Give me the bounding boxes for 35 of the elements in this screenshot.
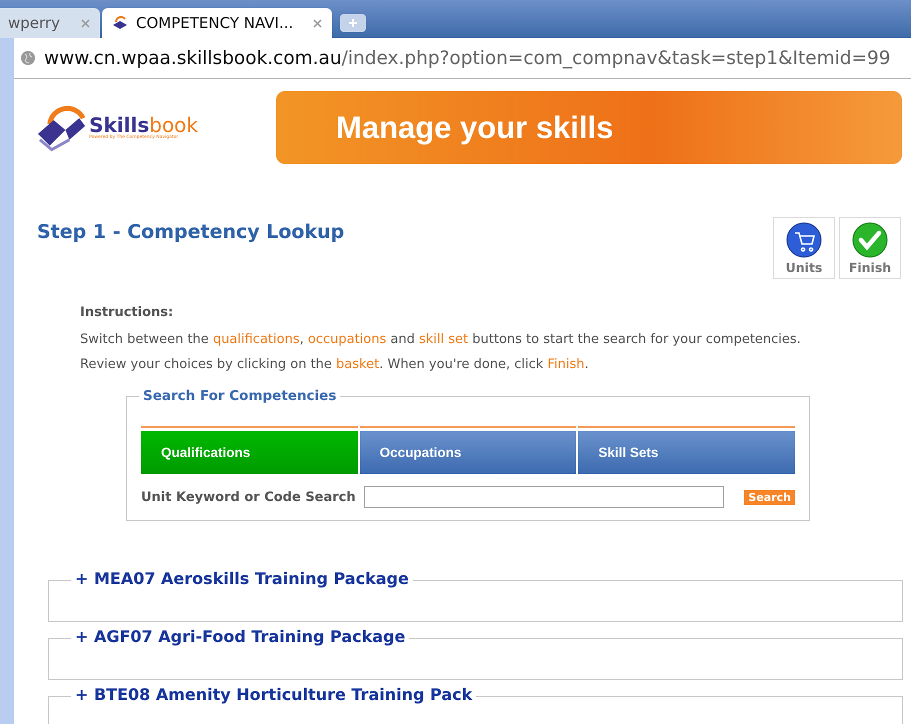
url-host: www.cn.wpaa.skillsbook.com.au — [44, 48, 342, 68]
package-title[interactable]: + MEA07 Aeroskills Training Package — [71, 569, 413, 588]
cart-icon — [786, 222, 822, 258]
text-link[interactable]: skill set — [419, 332, 468, 347]
browser-tab[interactable]: wperry — [0, 8, 100, 38]
browser-tab[interactable]: COMPETENCY NAVI... — [102, 8, 332, 38]
search-tab[interactable]: Qualifications — [141, 426, 358, 474]
url-path: /index.php?option=com_compnav&task=step1&Itemid=99 — [342, 48, 891, 68]
book-icon — [36, 104, 88, 152]
text-link[interactable]: qualifications — [212, 332, 300, 347]
cart-button[interactable]: Units — [773, 217, 835, 279]
text-link[interactable]: occupations — [308, 332, 386, 347]
instruction-text: Switch between the qualifications, occupations and skill set buttons to start the search for your competencies. — [80, 332, 802, 347]
logo-text: Skillsbook — [89, 115, 198, 135]
search-field[interactable] — [364, 486, 724, 508]
text-link[interactable]: Finish — [547, 357, 584, 372]
check-button[interactable]: Finish — [839, 217, 901, 279]
panel-legend: Search For Competencies — [139, 388, 340, 404]
search-tab[interactable]: Occupations — [360, 426, 576, 474]
close-icon[interactable] — [81, 18, 90, 28]
package-title[interactable]: + AGF07 Agri-Food Training Package — [71, 627, 410, 646]
step-title: Step 1 - Competency Lookup — [37, 221, 346, 243]
check-icon — [852, 222, 888, 258]
package-title[interactable]: + BTE08 Amenity Horticulture Training Pack — [71, 685, 476, 704]
search-button[interactable]: Search — [744, 490, 795, 504]
instruction-text: Review your choices by clicking on the basket. When you're done, click Finish. — [80, 357, 590, 372]
instructions-heading: Instructions: — [80, 305, 174, 320]
search-tab[interactable]: Skill Sets — [578, 426, 796, 474]
address-bar[interactable]: www.cn.wpaa.skillsbook.com.au/index.php?option=com_compnav&task=step1&Itemid=99 — [14, 38, 911, 79]
close-icon[interactable] — [313, 18, 322, 28]
new-tab-button[interactable] — [340, 14, 366, 32]
globe-icon — [20, 50, 36, 66]
banner: Manage your skills — [276, 91, 902, 164]
text-link[interactable]: basket — [336, 357, 380, 372]
field-label: Unit Keyword or Code Search — [141, 490, 356, 504]
